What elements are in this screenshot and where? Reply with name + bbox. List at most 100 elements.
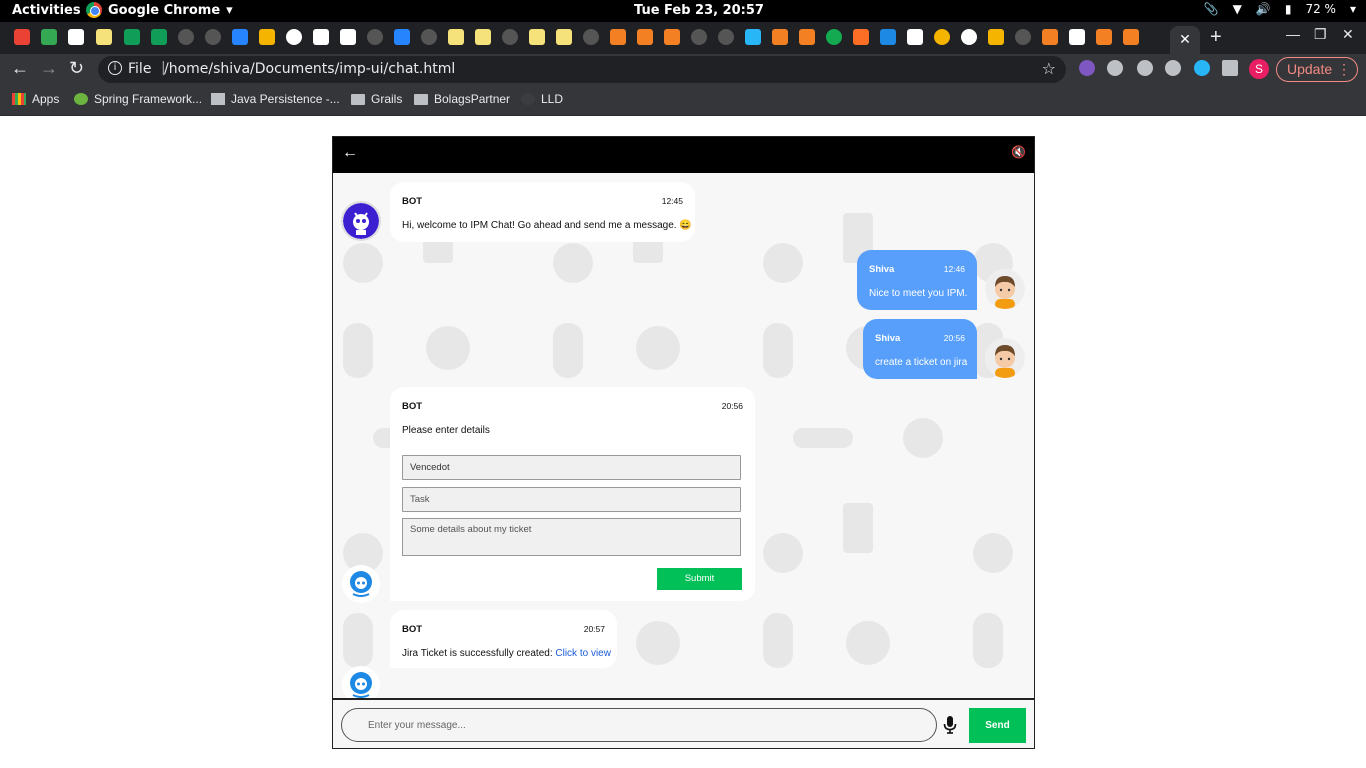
tab-icon[interactable] — [313, 29, 329, 45]
tab-icon[interactable] — [637, 29, 653, 45]
tab-icon[interactable] — [475, 29, 491, 45]
user-avatar — [985, 269, 1025, 309]
bookmark-java-persistence[interactable]: Java Persistence -... — [211, 92, 340, 106]
system-tray[interactable]: 📎 ▼ 🔊 ▮ 72 % ▾ — [1204, 2, 1356, 16]
github-tab-icon[interactable] — [1015, 29, 1031, 45]
details-textarea[interactable]: Some details about my ticket — [402, 518, 741, 556]
tab-icon[interactable] — [745, 29, 761, 45]
profile-avatar[interactable]: S — [1249, 59, 1269, 79]
tab-icon[interactable] — [448, 29, 464, 45]
new-tab-icon[interactable]: + — [1210, 26, 1222, 49]
tab-icon[interactable] — [286, 29, 302, 45]
tab-icon[interactable] — [664, 29, 680, 45]
jira-tab-icon[interactable] — [394, 29, 410, 45]
message-input[interactable]: Enter your message... — [341, 708, 937, 742]
task-input[interactable]: Task — [402, 487, 741, 512]
google-tab-icon[interactable] — [961, 29, 977, 45]
power-menu-icon[interactable]: ▾ — [1350, 2, 1356, 16]
info-icon[interactable]: i — [108, 61, 122, 75]
tab-icon[interactable] — [556, 29, 572, 45]
tab-icon[interactable] — [259, 29, 275, 45]
bookmark-spring[interactable]: Spring Framework... — [74, 92, 202, 106]
update-button[interactable]: Update ⋮ — [1276, 57, 1358, 82]
microphone-icon[interactable] — [943, 716, 957, 734]
tab-icon[interactable] — [68, 29, 84, 45]
tab-icon[interactable] — [988, 29, 1004, 45]
checkbox-tab-icon[interactable] — [880, 29, 896, 45]
tab-icon[interactable] — [1069, 29, 1085, 45]
pocket-icon[interactable] — [1137, 60, 1153, 76]
bookmark-star-icon[interactable]: ☆ — [1042, 59, 1056, 78]
minimize-icon[interactable]: — — [1286, 26, 1300, 42]
bookmark-apps[interactable]: Apps — [12, 92, 59, 106]
stackoverflow-tab-icon[interactable] — [1096, 29, 1112, 45]
project-input[interactable]: Vencedot — [402, 455, 741, 480]
maximize-icon[interactable]: ❐ — [1314, 26, 1327, 43]
close-window-icon[interactable]: ✕ — [1342, 26, 1354, 43]
address-bar[interactable]: i File | /home/shiva/Documents/imp-ui/ch… — [98, 56, 1066, 83]
bookmark-lld[interactable]: LLD — [521, 92, 563, 106]
bookmark-label: Spring Framework... — [94, 92, 203, 106]
mute-icon[interactable]: 🔇 — [1011, 145, 1026, 159]
tab-icon[interactable] — [772, 29, 788, 45]
gmail-tab-icon[interactable] — [14, 29, 30, 45]
send-button[interactable]: Send — [969, 708, 1026, 743]
github-tab-icon[interactable] — [718, 29, 734, 45]
reload-icon[interactable]: ↻ — [69, 58, 84, 79]
clock[interactable]: Tue Feb 23, 20:57 — [634, 3, 764, 18]
app-menu[interactable]: Google Chrome ▾ — [86, 2, 233, 18]
github-tab-icon[interactable] — [691, 29, 707, 45]
stackoverflow-tab-icon[interactable] — [799, 29, 815, 45]
bookmark-bolagspartner[interactable]: BolagsPartner — [414, 92, 510, 106]
github-tab-icon[interactable] — [421, 29, 437, 45]
browser-toolbar: ← → ↻ i File | /home/shiva/Documents/imp… — [0, 54, 1366, 85]
forward-icon[interactable]: → — [40, 58, 58, 79]
mongodb-tab-icon[interactable] — [826, 29, 842, 45]
kebab-menu-icon[interactable]: ⋮ — [1337, 58, 1351, 81]
github-tab-icon[interactable] — [583, 29, 599, 45]
message-time: 12:45 — [661, 196, 683, 206]
app-name: Google Chrome — [108, 2, 221, 18]
github-tab-icon[interactable] — [178, 29, 194, 45]
github-tab-icon[interactable] — [502, 29, 518, 45]
submit-button[interactable]: Submit — [657, 568, 742, 590]
view-ticket-link[interactable]: Click to view — [555, 648, 611, 659]
message-text: Nice to meet you IPM. — [869, 288, 968, 299]
stackoverflow-tab-icon[interactable] — [1123, 29, 1139, 45]
paperclip-icon[interactable]: 📎 — [1204, 2, 1219, 16]
message-time: 20:56 — [943, 333, 965, 343]
bookmarks-bar: Apps Spring Framework... Java Persistenc… — [0, 85, 1366, 116]
gitlab-tab-icon[interactable] — [853, 29, 869, 45]
github-tab-icon[interactable] — [367, 29, 383, 45]
bookmark-label: Java Persistence -... — [231, 92, 340, 106]
extension-icon[interactable] — [1079, 60, 1095, 76]
volume-icon: 🔊 — [1255, 2, 1271, 16]
tab-icon[interactable] — [529, 29, 545, 45]
message-time: 20:57 — [583, 624, 605, 634]
extension-icon[interactable] — [1165, 60, 1181, 76]
sheets-tab-icon[interactable] — [151, 29, 167, 45]
active-tab-close-icon[interactable]: ✕ — [1170, 26, 1200, 54]
folder-icon — [351, 93, 365, 105]
extensions-puzzle-icon[interactable] — [1222, 60, 1238, 76]
tab-icon[interactable] — [907, 29, 923, 45]
tab-icon[interactable] — [96, 29, 112, 45]
tab-icon[interactable] — [934, 29, 950, 45]
bookmark-grails[interactable]: Grails — [351, 92, 402, 106]
url-text[interactable]: /home/shiva/Documents/imp-ui/chat.html — [164, 61, 455, 77]
jira-tab-icon[interactable] — [232, 29, 248, 45]
react-devtools-icon[interactable] — [1107, 60, 1123, 76]
tab-icon[interactable] — [610, 29, 626, 45]
tab-icon[interactable] — [340, 29, 356, 45]
tab-icon[interactable] — [41, 29, 57, 45]
extension-icon[interactable] — [1194, 60, 1210, 76]
back-arrow-icon[interactable]: ← — [342, 144, 358, 162]
folder-icon — [414, 93, 428, 105]
stackoverflow-tab-icon[interactable] — [1042, 29, 1058, 45]
activities-button[interactable]: Activities — [12, 3, 81, 18]
message-text: create a ticket on jira — [875, 357, 968, 368]
back-icon[interactable]: ← — [11, 58, 29, 79]
github-tab-icon[interactable] — [205, 29, 221, 45]
chevron-down-icon: ▾ — [226, 2, 233, 18]
drive-tab-icon[interactable] — [124, 29, 140, 45]
